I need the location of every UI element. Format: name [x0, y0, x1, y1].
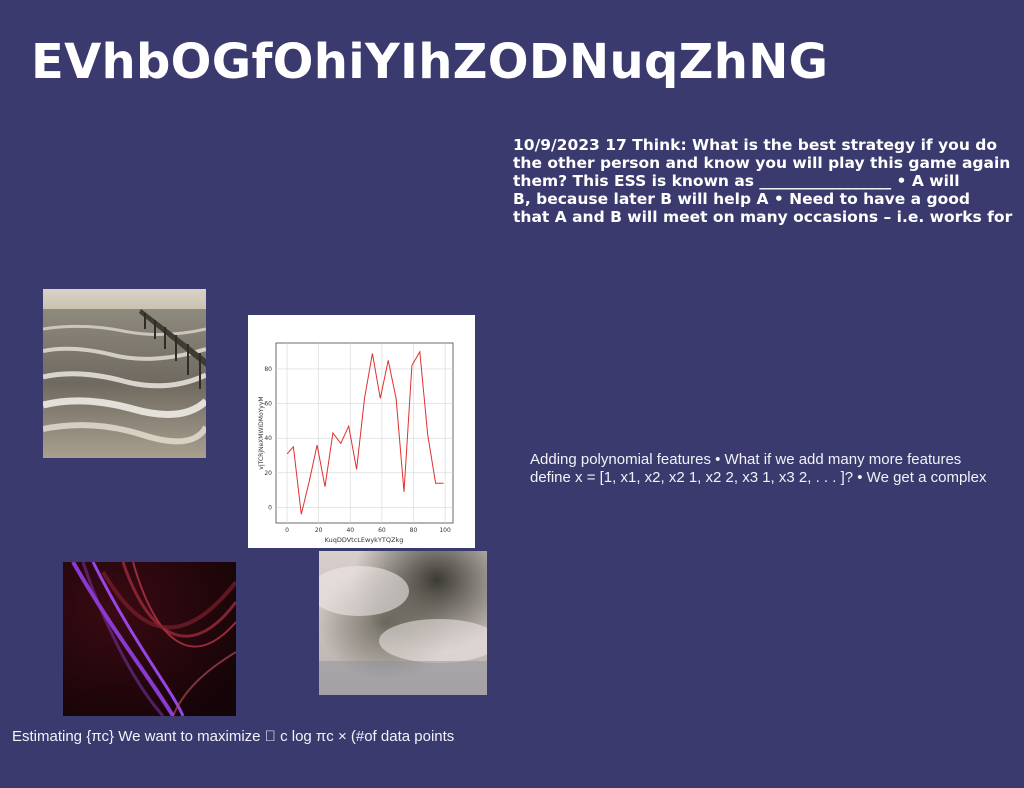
text-block-polynomial: Adding polynomial features • What if we …	[530, 451, 1024, 487]
foggy-landscape-image	[319, 551, 487, 695]
chart-y-tick-label: 20	[264, 470, 272, 477]
caption-estimating: Estimating {πc} We want to maximize ￿ c …	[12, 728, 455, 745]
text-line: the other person and know you will play …	[513, 154, 1011, 172]
chart-x-tick-label: 60	[378, 527, 386, 534]
chart-y-axis-label: vjTCRjNeXMWIDMoYyyM	[258, 396, 265, 469]
text-line: that A and B will meet on many occasions…	[513, 208, 1013, 226]
chart-y-tick-label: 80	[264, 366, 272, 373]
slide-title: EVhbOGfOhiYIhZODNuqZhNG	[31, 34, 829, 90]
chart-x-tick-label: 80	[410, 527, 418, 534]
text-line: B, because later B will help A • Need to…	[513, 190, 970, 208]
chart-x-tick-label: 40	[346, 527, 354, 534]
chart-y-tick-label: 40	[264, 435, 272, 442]
text-line: them? This ESS is known as _____________…	[513, 172, 960, 190]
text-block-strategy: 10/9/2023 17 Think: What is the best str…	[513, 136, 1024, 226]
text-line: 10/9/2023 17 Think: What is the best str…	[513, 136, 997, 154]
chart-x-axis-label: KuqDDVtcLEwykYTQZkg	[325, 536, 404, 544]
abstract-swirl-image	[63, 562, 236, 716]
line-chart: 0 20 40 60 80 100 0 20 40 60 80 KuqDDVtcLEwykYTQZk…	[248, 315, 475, 548]
text-line: define x = [1, x1, x2, x2 1, x2 2, x3 1,…	[530, 469, 987, 486]
chart-y-tick-label: 0	[268, 504, 272, 511]
chart-y-tick-label: 60	[264, 401, 272, 408]
chart-x-tick-label: 0	[285, 527, 289, 534]
text-line: Adding polynomial features • What if we …	[530, 451, 962, 468]
chart-x-tick-label: 20	[315, 527, 323, 534]
chart-x-tick-label: 100	[439, 527, 451, 534]
pier-sea-photo	[43, 289, 206, 458]
